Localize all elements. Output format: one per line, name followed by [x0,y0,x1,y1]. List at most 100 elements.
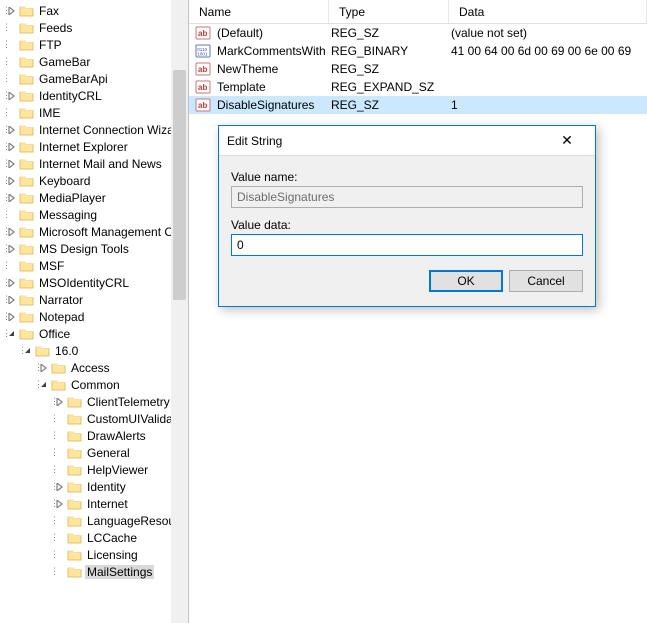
tree-item[interactable]: ⋮ Licensing [0,546,188,563]
tree-item[interactable]: ⋮ FTP [0,36,188,53]
expander-closed-icon[interactable] [53,393,66,410]
tree-item[interactable]: ⋮ Messaging [0,206,188,223]
tree-item-label: 16.0 [53,344,80,358]
value-row[interactable]: DisableSignaturesREG_SZ1 [189,96,647,114]
tree-item[interactable]: ⋮ CustomUIValidat [0,410,188,427]
expander-none [5,104,18,121]
tree-item-label: Keyboard [37,174,92,188]
tree-item[interactable]: ⋮Internet Explorer [0,138,188,155]
tree-item[interactable]: ⋮ClientTelemetry [0,393,188,410]
values-header: Name Type Data [189,0,647,24]
tree-item[interactable]: ⋮Notepad [0,308,188,325]
tree-item-label: Internet Explorer [37,140,130,154]
tree-item-label: Internet Mail and News [37,157,164,171]
tree-item[interactable]: ⋮ GameBarApi [0,70,188,87]
tree-item[interactable]: ⋮Narrator [0,291,188,308]
tree-item[interactable]: ⋮IdentityCRL [0,87,188,104]
dialog-titlebar[interactable]: Edit String ✕ [219,126,595,156]
expander-closed-icon[interactable] [37,359,50,376]
folder-icon [66,395,82,409]
value-row[interactable]: MarkCommentsWithREG_BINARY41 00 64 00 6d… [189,42,647,60]
tree-item[interactable]: ⋮Office [0,325,188,342]
binary-value-icon [194,42,212,60]
col-header-type[interactable]: Type [329,0,449,23]
expander-closed-icon[interactable] [5,189,18,206]
tree-item[interactable]: ⋮ LCCache [0,529,188,546]
tree-item[interactable]: ⋮Internet [0,495,188,512]
tree-item[interactable]: ⋮Access [0,359,188,376]
tree-item[interactable]: ⋮MediaPlayer [0,189,188,206]
tree-item-label: FTP [37,38,64,52]
tree-item[interactable]: ⋮ LanguageResourc [0,512,188,529]
value-name-field [231,186,583,208]
value-name: Template [215,80,329,94]
tree-item[interactable]: ⋮Identity [0,478,188,495]
tree-item[interactable]: ⋮ GameBar [0,53,188,70]
expander-open-icon[interactable] [21,342,34,359]
expander-none [5,53,18,70]
value-row[interactable]: (Default)REG_SZ(value not set) [189,24,647,42]
tree-item[interactable]: ⋮Common [0,376,188,393]
tree-item[interactable]: ⋮Fax [0,2,188,19]
values-list[interactable]: (Default)REG_SZ(value not set)MarkCommen… [189,24,647,114]
expander-closed-icon[interactable] [53,495,66,512]
value-name-label: Value name: [231,170,583,184]
tree-item[interactable]: ⋮ MSF [0,257,188,274]
expander-closed-icon[interactable] [5,308,18,325]
value-type: REG_SZ [329,98,449,112]
value-name: NewTheme [215,62,329,76]
expander-closed-icon[interactable] [5,240,18,257]
tree-item-label: IdentityCRL [37,89,104,103]
tree-item[interactable]: ⋮Keyboard [0,172,188,189]
expander-closed-icon[interactable] [5,87,18,104]
close-icon[interactable]: ✕ [547,127,587,155]
expander-closed-icon[interactable] [5,274,18,291]
tree-item[interactable]: ⋮ HelpViewer [0,461,188,478]
tree-item[interactable]: ⋮ DrawAlerts [0,427,188,444]
expander-closed-icon[interactable] [5,291,18,308]
folder-icon [18,106,34,120]
value-row[interactable]: NewThemeREG_SZ [189,60,647,78]
value-data-label: Value data: [231,218,583,232]
folder-icon [18,21,34,35]
tree-item[interactable]: ⋮ IME [0,104,188,121]
expander-closed-icon[interactable] [53,478,66,495]
tree-item[interactable]: ⋮Internet Mail and News [0,155,188,172]
expander-none [53,512,66,529]
folder-icon [66,531,82,545]
expander-none [5,206,18,223]
ok-button[interactable]: OK [429,270,503,292]
tree-item[interactable]: ⋮16.0 [0,342,188,359]
scrollbar-thumb[interactable] [173,70,186,300]
tree-item[interactable]: ⋮ General [0,444,188,461]
expander-none [53,461,66,478]
tree-item[interactable]: ⋮ Feeds [0,19,188,36]
tree-scrollbar[interactable] [171,0,188,623]
tree-item[interactable]: ⋮ MailSettings [0,563,188,580]
expander-closed-icon[interactable] [5,121,18,138]
value-name: DisableSignatures [215,98,329,112]
folder-icon [18,157,34,171]
expander-closed-icon[interactable] [5,2,18,19]
dialog-title: Edit String [227,134,547,148]
tree-item[interactable]: ⋮Microsoft Management Con [0,223,188,240]
tree-item-label: Common [69,378,122,392]
expander-closed-icon[interactable] [5,223,18,240]
string-value-icon [194,24,212,42]
col-header-data[interactable]: Data [449,0,647,23]
tree-item-label: MediaPlayer [37,191,108,205]
folder-icon [18,259,34,273]
cancel-button[interactable]: Cancel [509,270,583,292]
expander-open-icon[interactable] [37,376,50,393]
expander-closed-icon[interactable] [5,155,18,172]
col-header-name[interactable]: Name [189,0,329,23]
expander-open-icon[interactable] [5,325,18,342]
expander-closed-icon[interactable] [5,172,18,189]
tree-item[interactable]: ⋮MS Design Tools [0,240,188,257]
tree-item[interactable]: ⋮MSOIdentityCRL [0,274,188,291]
registry-tree[interactable]: ⋮Fax⋮ Feeds⋮ FTP⋮ GameBar⋮ GameBarApi⋮Id… [0,2,188,580]
value-data-field[interactable] [231,234,583,256]
tree-item[interactable]: ⋮Internet Connection Wizard [0,121,188,138]
value-row[interactable]: TemplateREG_EXPAND_SZ [189,78,647,96]
expander-closed-icon[interactable] [5,138,18,155]
